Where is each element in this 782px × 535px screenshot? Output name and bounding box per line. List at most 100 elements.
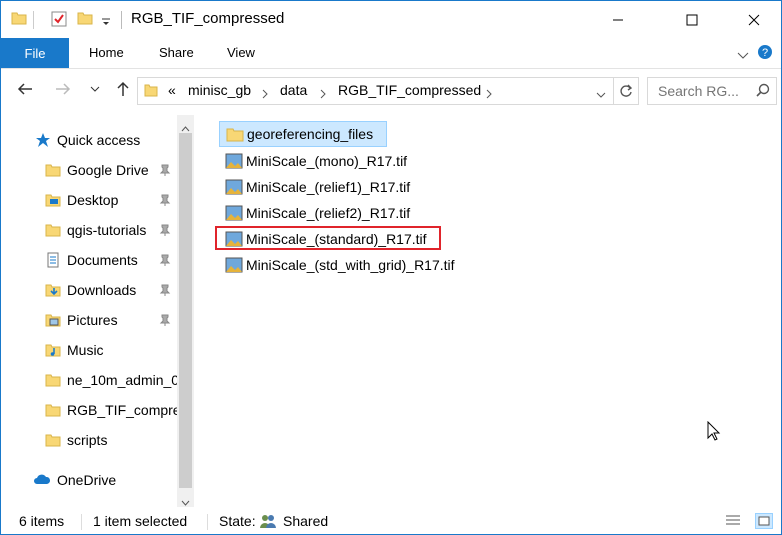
- sidebar-item-label: OneDrive: [57, 472, 117, 488]
- pin-icon[interactable]: [159, 163, 171, 176]
- sidebar-item-label: ne_10m_admin_0: [67, 372, 177, 388]
- recent-locations-button[interactable]: [85, 79, 105, 99]
- title-bar: RGB_TIF_compressed: [1, 1, 781, 38]
- pin-icon[interactable]: [159, 253, 171, 266]
- navigation-bar: « minisc_gb data RGB_TIF_compressed: [1, 69, 781, 109]
- chevron-right-icon[interactable]: [486, 86, 492, 102]
- file-name: MiniScale_(std_with_grid)_R17.tif: [246, 257, 455, 273]
- sidebar-item-quick-access[interactable]: Quick access: [1, 127, 177, 153]
- music-icon: [45, 342, 61, 358]
- cloud-icon: [33, 472, 51, 489]
- sidebar-item-desktop[interactable]: Desktop: [1, 187, 177, 213]
- chevron-down-icon[interactable]: [596, 87, 606, 103]
- folder-icon: [45, 372, 61, 388]
- svg-text:?: ?: [762, 47, 768, 59]
- breadcrumb-minisc-gb[interactable]: minisc_gb: [188, 82, 251, 98]
- sidebar-item-downloads[interactable]: Downloads: [1, 277, 177, 303]
- image-file-icon: [225, 179, 243, 195]
- sidebar-item-scripts[interactable]: scripts: [1, 427, 177, 453]
- close-button[interactable]: [731, 1, 777, 38]
- status-bar: 6 items 1 item selected State: Shared: [1, 508, 781, 534]
- collapse-ribbon-icon[interactable]: [737, 48, 749, 64]
- sidebar-item-google-drive[interactable]: Google Drive: [1, 157, 177, 183]
- file-name: MiniScale_(relief1)_R17.tif: [246, 179, 411, 195]
- folder-icon: [45, 222, 61, 238]
- tab-share[interactable]: Share: [159, 45, 194, 60]
- back-button[interactable]: [15, 79, 35, 99]
- selection-count: 1 item selected: [93, 513, 188, 529]
- new-folder-icon[interactable]: [77, 11, 93, 28]
- pin-icon[interactable]: [159, 223, 171, 236]
- folder-icon[interactable]: [11, 11, 27, 28]
- tab-view[interactable]: View: [227, 45, 255, 60]
- chevron-right-icon[interactable]: [262, 86, 268, 102]
- image-file-icon: [225, 153, 243, 169]
- scrollbar-thumb[interactable]: [179, 133, 192, 488]
- search-box[interactable]: [647, 77, 777, 105]
- state-value: Shared: [283, 513, 329, 529]
- folder-icon: [45, 402, 61, 418]
- sidebar-item-rgb-tif-compressed[interactable]: RGB_TIF_compressed: [1, 397, 177, 423]
- divider: [207, 514, 208, 530]
- sidebar-item-qgis-tutorials[interactable]: qgis-tutorials: [1, 217, 177, 243]
- image-file-icon: [225, 257, 243, 273]
- image-file-icon: [225, 205, 243, 221]
- window-title: RGB_TIF_compressed: [131, 10, 285, 27]
- sidebar-item-pictures[interactable]: Pictures: [1, 307, 177, 333]
- chevron-right-icon[interactable]: [320, 86, 326, 102]
- list-item[interactable]: MiniScale_(std_with_grid)_R17.tif: [219, 253, 479, 277]
- sidebar-item-onedrive[interactable]: OneDrive: [1, 467, 177, 493]
- pictures-icon: [45, 312, 61, 328]
- state-label: State:: [219, 513, 256, 529]
- mouse-cursor-icon: [707, 420, 721, 444]
- help-icon[interactable]: ?: [757, 44, 773, 63]
- file-name: MiniScale_(relief2)_R17.tif: [246, 205, 411, 221]
- pin-icon[interactable]: [159, 283, 171, 296]
- star-icon: [35, 132, 51, 151]
- annotation-highlight-box: [215, 226, 441, 250]
- file-name: MiniScale_(mono)_R17.tif: [246, 153, 408, 169]
- large-icons-view-icon[interactable]: [755, 513, 773, 529]
- sidebar-item-label: Music: [67, 342, 104, 358]
- sidebar-item-label: Quick access: [57, 132, 141, 148]
- pin-icon[interactable]: [159, 313, 171, 326]
- divider: [81, 514, 82, 530]
- desktop-folder-icon: [45, 192, 61, 208]
- sidebar-item-label: RGB_TIF_compressed: [67, 402, 177, 418]
- tab-home[interactable]: Home: [89, 45, 124, 60]
- search-icon[interactable]: [756, 83, 770, 100]
- refresh-button[interactable]: [613, 78, 638, 104]
- scroll-down-icon[interactable]: [181, 493, 190, 509]
- file-list: georeferencing_files MiniScale_(mono)_R1…: [219, 119, 739, 499]
- divider: [33, 11, 34, 29]
- search-input[interactable]: [656, 79, 760, 103]
- shared-users-icon: [259, 513, 277, 532]
- details-view-icon[interactable]: [725, 514, 741, 531]
- list-item[interactable]: MiniScale_(relief1)_R17.tif: [219, 175, 439, 199]
- folder-icon: [226, 126, 244, 142]
- list-item[interactable]: MiniScale_(mono)_R17.tif: [219, 149, 439, 173]
- item-count: 6 items: [19, 513, 65, 529]
- sidebar-item-label: scripts: [67, 432, 108, 448]
- breadcrumb-rgb-tif-compressed[interactable]: RGB_TIF_compressed: [338, 82, 481, 98]
- tab-file[interactable]: File: [1, 38, 69, 68]
- up-button[interactable]: [113, 79, 133, 99]
- forward-button[interactable]: [53, 79, 73, 99]
- properties-icon[interactable]: [51, 11, 67, 30]
- address-bar[interactable]: « minisc_gb data RGB_TIF_compressed: [137, 77, 639, 105]
- sidebar-item-ne-10m-admin[interactable]: ne_10m_admin_0: [1, 367, 177, 393]
- minimize-button[interactable]: [595, 1, 641, 38]
- folder-icon: [45, 432, 61, 448]
- navigation-scrollbar[interactable]: [177, 115, 194, 507]
- sidebar-item-music[interactable]: Music: [1, 337, 177, 363]
- pin-icon[interactable]: [159, 193, 171, 206]
- customize-toolbar-icon[interactable]: [101, 14, 111, 30]
- folder-icon: [144, 83, 158, 100]
- maximize-button[interactable]: [669, 1, 715, 38]
- breadcrumb-data[interactable]: data: [280, 82, 307, 98]
- folder-icon: [45, 162, 61, 178]
- sidebar-item-documents[interactable]: Documents: [1, 247, 177, 273]
- list-item[interactable]: georeferencing_files: [219, 121, 387, 147]
- breadcrumb-overflow[interactable]: «: [168, 82, 176, 98]
- list-item[interactable]: MiniScale_(relief2)_R17.tif: [219, 201, 439, 225]
